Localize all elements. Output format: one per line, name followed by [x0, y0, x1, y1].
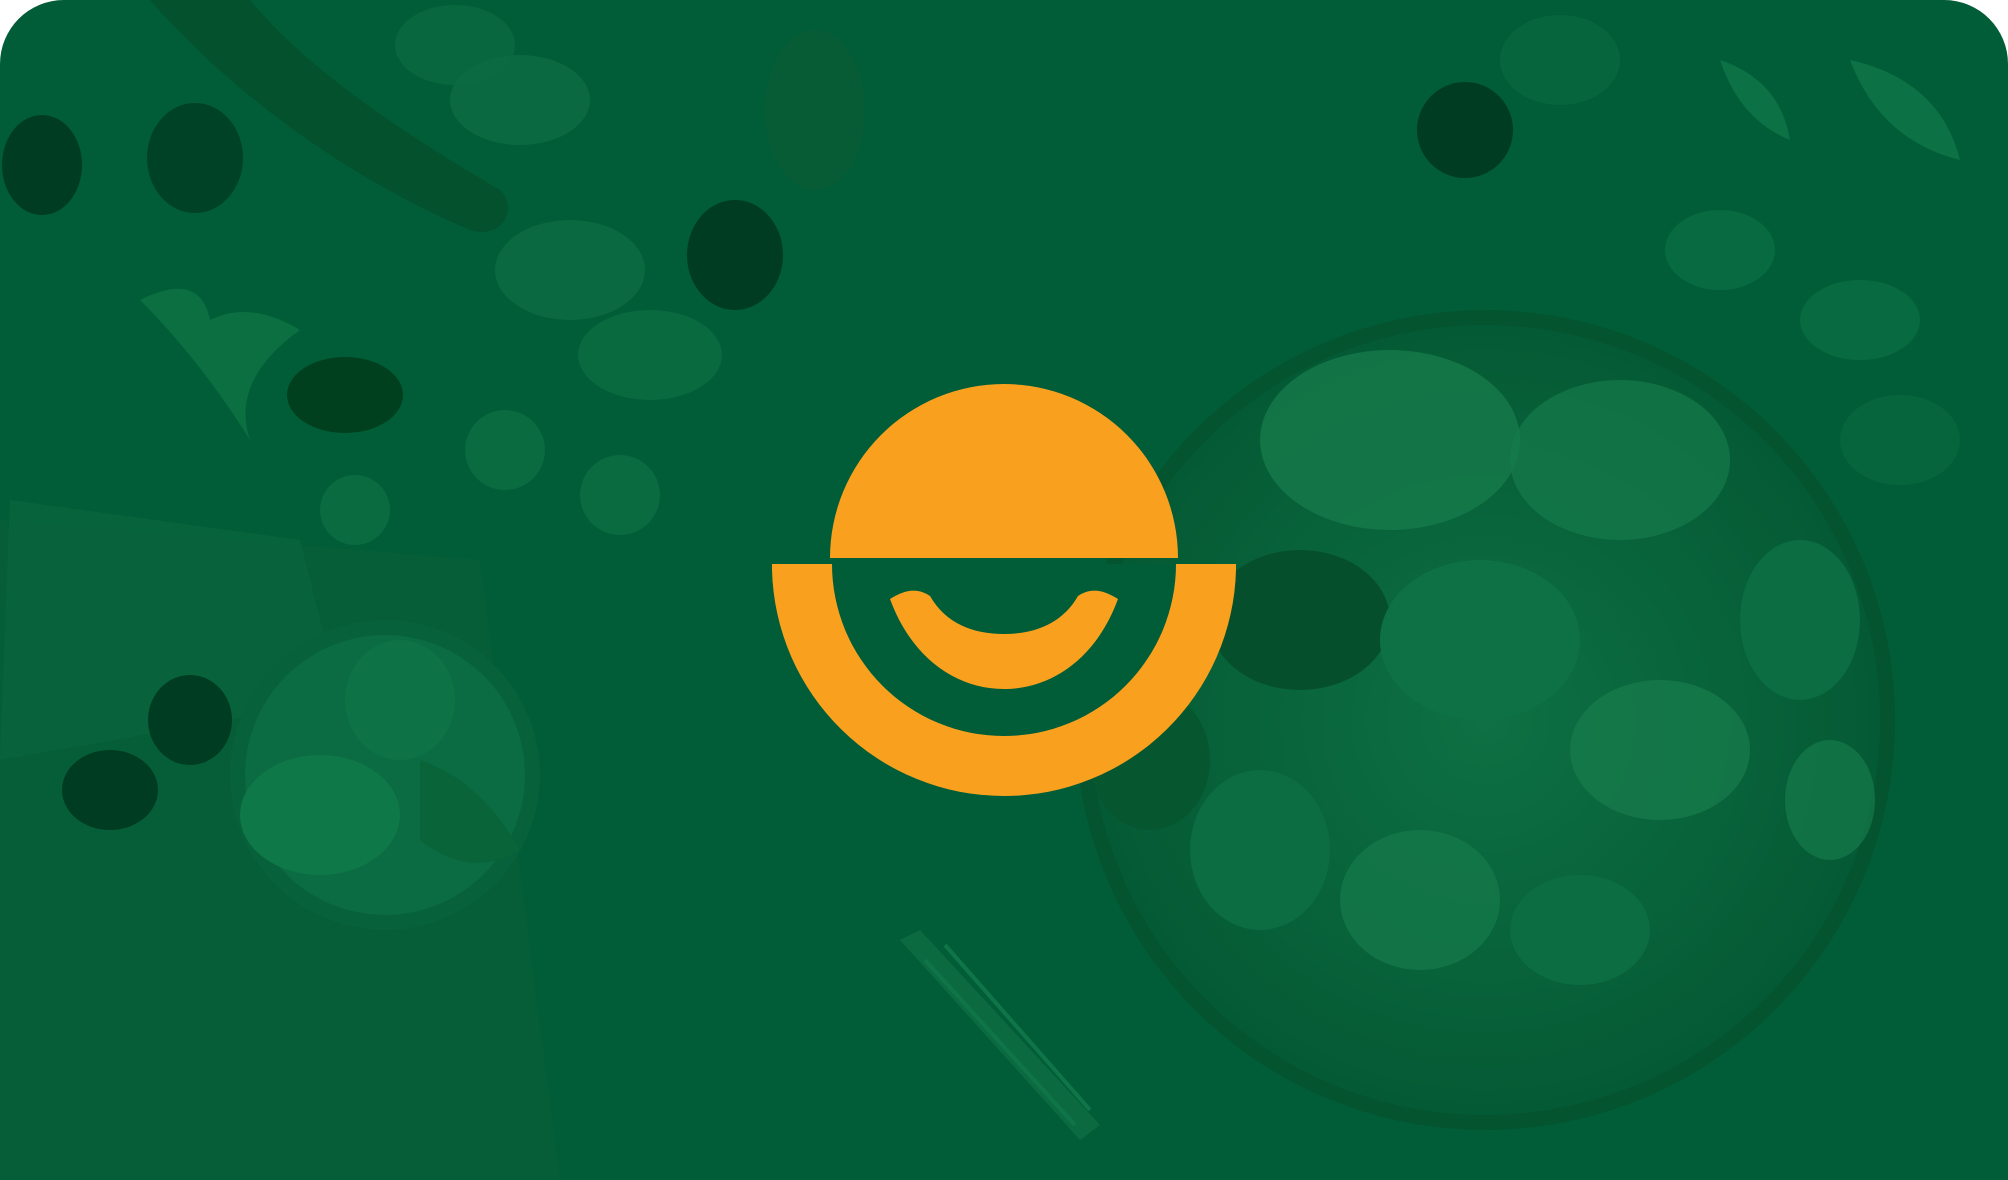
hero-banner [0, 0, 2008, 1180]
smiling-bowl-logo-icon [772, 384, 1236, 796]
